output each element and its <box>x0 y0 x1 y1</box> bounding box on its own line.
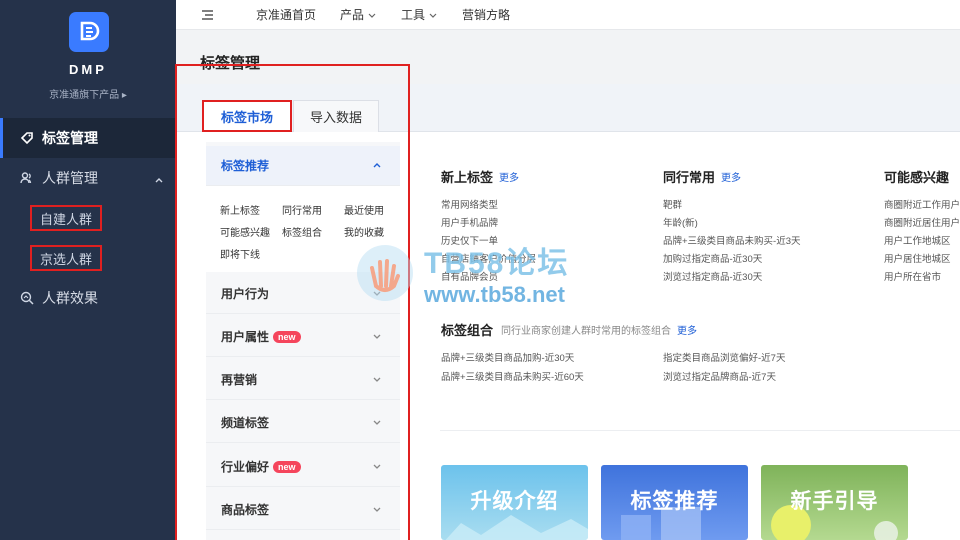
sidebar-item-label: 人群效果 <box>42 290 98 306</box>
tag-link[interactable]: 靶群 <box>663 197 682 211</box>
card-tag-recommend[interactable]: 标签推荐 <box>601 465 748 540</box>
chevron-down-icon <box>372 374 382 384</box>
section-remarketing[interactable]: 再营销 <box>206 360 400 400</box>
users-icon <box>20 171 34 185</box>
peer-common-heading: 同行常用 更多 <box>663 167 741 186</box>
card-upgrade-intro[interactable]: 升级介绍 <box>441 465 588 540</box>
tab-import-data[interactable]: 导入数据 <box>293 100 379 132</box>
topnav-label: 产品 <box>340 8 365 22</box>
sidebar-item-label: 人群管理 <box>42 170 98 186</box>
new-badge: new <box>273 330 301 343</box>
tag-link[interactable]: 用户居住地城区 <box>884 251 951 265</box>
section-label: 用户属性 <box>221 330 270 344</box>
section-user-attributes[interactable]: 用户属性 new <box>206 317 400 357</box>
tag-link[interactable]: 用户所在省市 <box>884 269 941 283</box>
sidebar-item-label: 标签管理 <box>42 130 98 146</box>
recommend-tag[interactable]: 最近使用 <box>344 202 384 217</box>
dmp-logo-icon[interactable] <box>69 12 109 52</box>
more-link[interactable]: 更多 <box>677 322 697 337</box>
chevron-down-icon <box>372 461 382 471</box>
sidebar-subitem-custom-audience[interactable]: 自建人群 <box>30 205 103 231</box>
chevron-down-icon <box>372 288 382 298</box>
section-divider <box>440 430 960 431</box>
topnav-home-link[interactable]: 京准通首页 <box>256 6 316 23</box>
tag-link[interactable]: 商圈附近工作用户 <box>884 197 960 211</box>
tag-link[interactable]: 加购过指定商品-近30天 <box>663 251 762 265</box>
combo-description: 同行业商家创建人群时常用的标签组合 <box>501 326 672 337</box>
chevron-up-icon <box>154 172 164 188</box>
more-link[interactable]: 更多 <box>721 169 741 184</box>
heading-label: 可能感兴趣 <box>884 170 950 185</box>
topnav-tools-menu[interactable]: 工具 <box>401 6 438 23</box>
new-tags-heading: 新上标签 更多 <box>441 167 519 186</box>
chart-search-icon <box>20 291 34 305</box>
brand-name: DMP <box>69 62 107 77</box>
heading-label: 标签组合 <box>441 323 494 338</box>
section-label: 再营销 <box>221 373 258 387</box>
section-user-behavior[interactable]: 用户行为 <box>206 274 400 314</box>
recommend-tag[interactable]: 标签组合 <box>282 224 322 239</box>
recommend-tag[interactable]: 我的收藏 <box>344 224 384 239</box>
combo-link[interactable]: 品牌+三级类目商品加购-近30天 <box>441 350 574 364</box>
tab-tag-market[interactable]: 标签市场 <box>202 100 292 132</box>
sidebar-item-audience-effect[interactable]: 人群效果 <box>0 278 176 318</box>
heading-label: 新上标签 <box>441 170 494 185</box>
recommend-tag[interactable]: 新上标签 <box>220 202 260 217</box>
section-tag-recommend[interactable]: 标签推荐 <box>206 146 400 186</box>
tag-link[interactable]: 历史仅下一单 <box>441 233 498 247</box>
section-label: 行业偏好 <box>221 460 270 474</box>
tag-link[interactable]: 商圈附近居住用户 <box>884 215 960 229</box>
topnav-products-menu[interactable]: 产品 <box>340 6 377 23</box>
heading-label: 同行常用 <box>663 170 716 185</box>
page-title: 标签管理 <box>200 55 261 72</box>
sidebar-item-audience-management[interactable]: 人群管理 <box>0 158 176 198</box>
chevron-down-icon <box>372 417 382 427</box>
section-label: 商品标签 <box>221 503 270 517</box>
topnav-label: 工具 <box>401 8 426 22</box>
section-product-tags[interactable]: 商品标签 <box>206 490 400 530</box>
chevron-up-icon <box>372 160 382 170</box>
new-badge: new <box>273 460 301 473</box>
recommend-tag-grid: 新上标签 同行常用 最近使用 可能感兴趣 标签组合 我的收藏 即将下线 <box>206 186 400 272</box>
tag-link[interactable]: 用户手机品牌 <box>441 215 498 229</box>
recommend-tag[interactable]: 同行常用 <box>282 202 322 217</box>
section-label: 用户行为 <box>221 287 270 301</box>
chevron-down-icon <box>368 13 376 18</box>
recommend-tag[interactable]: 即将下线 <box>220 246 260 261</box>
tag-link[interactable]: 自营店铺客户价值分层 <box>441 251 536 265</box>
chevron-down-icon <box>429 13 437 18</box>
section-label: 标签推荐 <box>221 159 270 173</box>
tag-combo-heading: 标签组合 同行业商家创建人群时常用的标签组合 更多 <box>441 320 697 339</box>
card-label: 新手引导 <box>790 490 879 513</box>
top-nav: 京准通首页 产品 工具 营销方略 <box>176 0 960 30</box>
brand-subtitle[interactable]: 京准通旗下产品 ▸ <box>0 86 176 101</box>
card-label: 升级介绍 <box>470 490 559 513</box>
tag-link[interactable]: 品牌+三级类目商品未购买-近3天 <box>663 233 801 247</box>
menu-collapse-icon[interactable] <box>202 9 214 20</box>
tag-link[interactable]: 常用网络类型 <box>441 197 498 211</box>
tag-link[interactable]: 用户工作地城区 <box>884 233 951 247</box>
chevron-down-icon <box>372 331 382 341</box>
combo-link[interactable]: 品牌+三级类目商品未购买-近60天 <box>441 369 584 383</box>
card-beginner-guide[interactable]: 新手引导 <box>761 465 908 540</box>
chevron-down-icon <box>372 504 382 514</box>
tag-link[interactable]: 年龄(新) <box>663 215 698 229</box>
sidebar-subitem-jd-audience[interactable]: 京选人群 <box>30 245 103 271</box>
section-channel-tags[interactable]: 频道标签 <box>206 403 400 443</box>
sidebar-item-tag-management[interactable]: 标签管理 <box>0 118 176 158</box>
topnav-strategy-link[interactable]: 营销方略 <box>462 6 510 23</box>
section-label: 频道标签 <box>221 416 270 430</box>
tag-icon <box>20 131 34 145</box>
combo-link[interactable]: 指定类目商品浏览偏好-近7天 <box>663 350 785 364</box>
sidebar: DMP 京准通旗下产品 ▸ 标签管理 人群管理 自建人群 京选人群 人群效果 <box>0 0 176 540</box>
recommend-tag[interactable]: 可能感兴趣 <box>220 224 270 239</box>
may-interest-heading: 可能感兴趣 <box>884 167 949 186</box>
tag-link[interactable]: 自有品牌会员 <box>441 269 498 283</box>
card-label: 标签推荐 <box>630 490 719 513</box>
combo-link[interactable]: 浏览过指定品牌商品-近7天 <box>663 369 776 383</box>
section-industry-preference[interactable]: 行业偏好 new <box>206 447 400 487</box>
tag-link[interactable]: 浏览过指定商品-近30天 <box>663 269 762 283</box>
more-link[interactable]: 更多 <box>499 169 519 184</box>
